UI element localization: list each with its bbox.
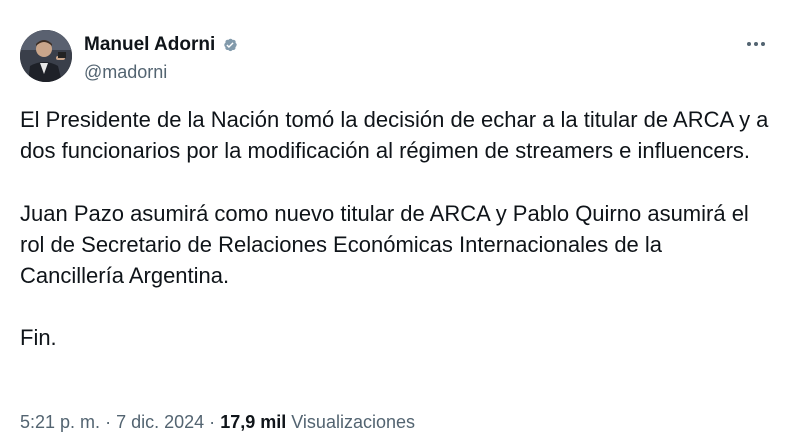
tweet-time: 5:21 p. m. xyxy=(20,412,101,432)
views-label: Visualizaciones xyxy=(291,412,415,432)
author-name-row: Manuel Adorni xyxy=(84,33,240,57)
author-handle[interactable]: @madorni xyxy=(84,60,167,84)
tweet-paragraph: Fin. xyxy=(20,325,57,350)
tweet-date: 7 dic. 2024 xyxy=(116,412,205,432)
verified-badge-icon[interactable] xyxy=(220,35,240,55)
meta-separator: · xyxy=(105,412,112,432)
tweet-card: Manuel Adorni @madorni El Presidente de … xyxy=(0,0,790,443)
avatar-image xyxy=(20,30,72,82)
meta-separator: · xyxy=(209,412,216,432)
views[interactable]: 17,9 mil Visualizaciones xyxy=(220,412,415,432)
tweet-paragraph: El Presidente de la Nación tomó la decis… xyxy=(20,107,769,163)
tweet-meta: 5:21 p. m. · 7 dic. 2024 · 17,9 mil Visu… xyxy=(20,410,415,434)
tweet-text: El Presidente de la Nación tomó la decis… xyxy=(20,104,772,353)
views-count: 17,9 mil xyxy=(220,412,287,432)
author-display-name[interactable]: Manuel Adorni xyxy=(84,33,215,57)
more-options-icon[interactable] xyxy=(744,34,768,54)
tweet-paragraph: Juan Pazo asumirá como nuevo titular de … xyxy=(20,201,749,288)
tweet-timestamp[interactable]: 5:21 p. m. · 7 dic. 2024 xyxy=(20,412,204,432)
avatar[interactable] xyxy=(20,30,72,82)
